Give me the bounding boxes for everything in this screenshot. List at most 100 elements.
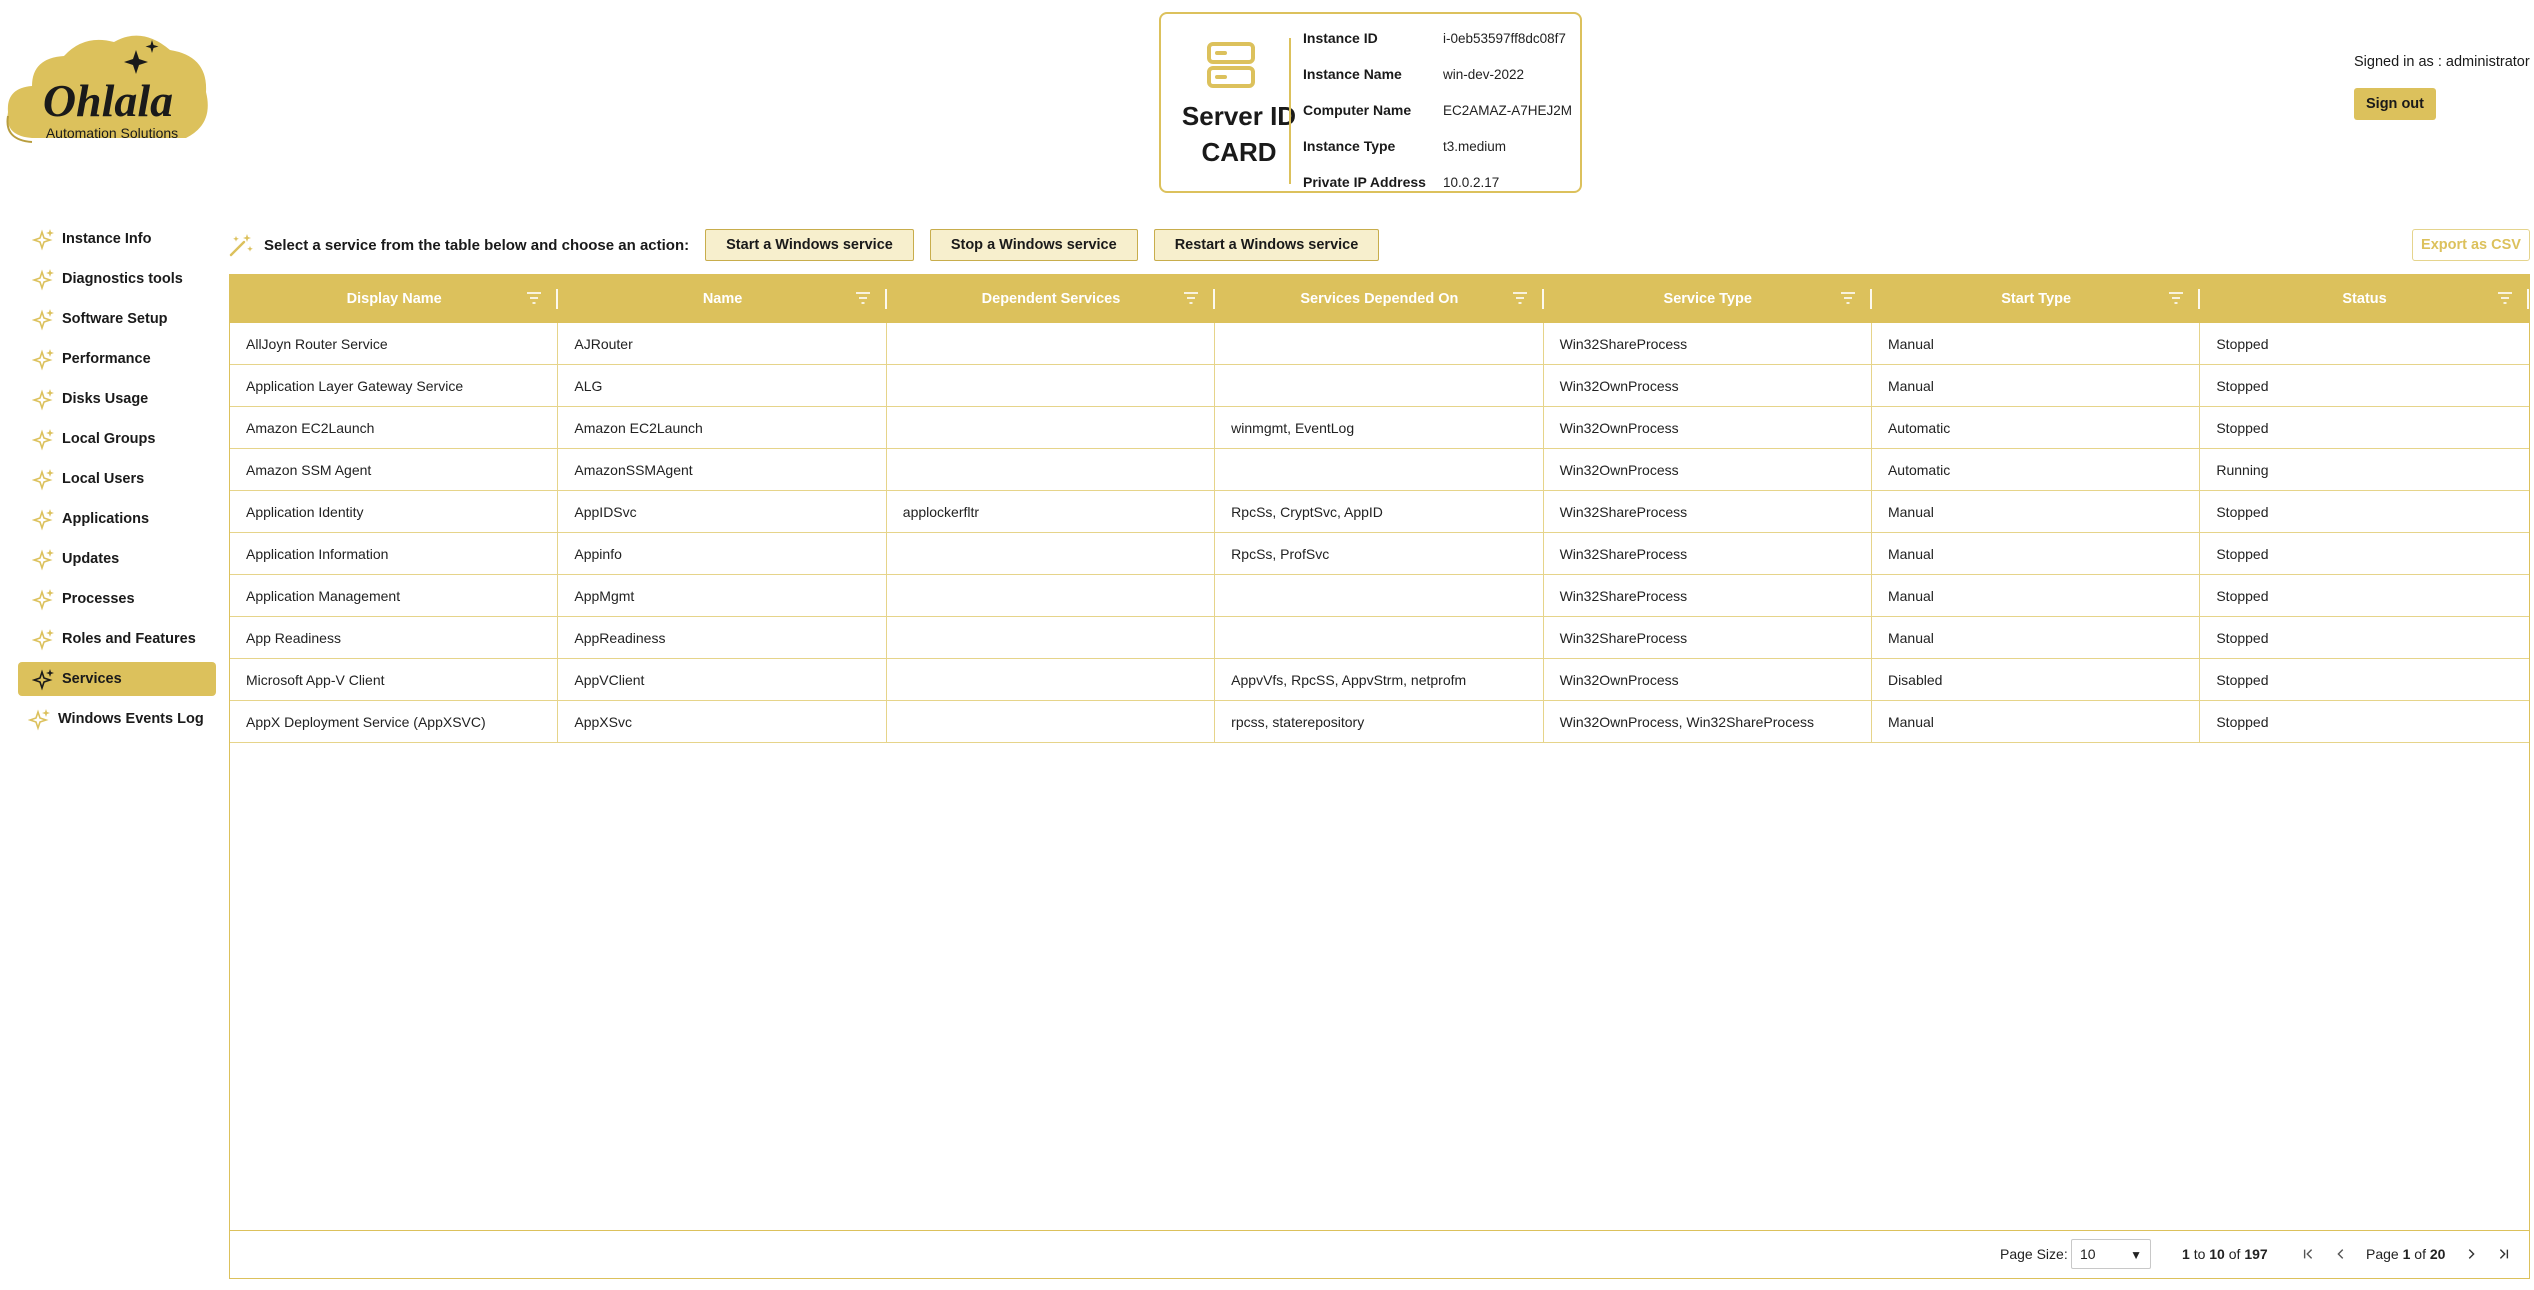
cell-display-name: Application Layer Gateway Service [230,365,559,406]
card-value: win-dev-2022 [1443,66,1525,82]
filter-icon[interactable] [1183,291,1199,305]
filter-icon[interactable] [1840,291,1856,305]
first-page-icon[interactable] [2300,1245,2318,1263]
next-page-icon[interactable] [2462,1245,2480,1263]
previous-page-icon[interactable] [2332,1245,2350,1263]
cell-status: Stopped [2216,503,2269,520]
filter-icon[interactable] [2497,291,2513,305]
export-csv-button[interactable]: Export as CSV [2412,229,2530,261]
sidebar-item-performance[interactable]: Performance [18,342,216,376]
cell-status: Running [2216,461,2269,478]
card-title-line2: CARD [1201,137,1277,167]
cell-services-depended-on: rpcss, staterepository [1215,701,1544,742]
logo-brand-text: Ohlala [43,75,173,126]
sidebar-item-software-setup[interactable]: Software Setup [18,302,216,336]
table-row[interactable]: Amazon SSM Agent AmazonSSMAgent Win32OwnPr… [230,449,2529,491]
cell-display-name: AllJoyn Router Service [230,323,559,364]
column-header-service-type[interactable]: Service Type [1544,275,1872,323]
sparkles-icon [32,507,56,531]
column-header-dependent-services[interactable]: Dependent Services [887,275,1216,323]
card-value: 10.0.2.17 [1443,174,1500,190]
filter-icon[interactable] [1512,291,1528,305]
sidebar-item-label: Diagnostics tools [62,271,183,287]
column-header-services-depended-on[interactable]: Services Depended On [1215,275,1544,323]
column-header-status[interactable]: Status [2200,275,2529,323]
ohlala-logo: Ohlala Automation Solutions [2,28,212,154]
cell-dependent-services [887,701,1216,742]
cell-service-type: Win32OwnProcess, Win32ShareProcess [1544,701,1872,742]
total-pages: 20 [2429,1246,2446,1262]
column-title: Dependent Services [981,291,1121,307]
cell-service-type: Win32ShareProcess [1544,533,1872,574]
sidebar-item-label: Windows Events Log [58,711,204,727]
services-table: Display Name Name Dependent Services Ser… [229,274,2530,1279]
table-row[interactable]: AppX Deployment Service (AppXSVC) AppXSvc… [230,701,2529,743]
cell-service-type: Win32ShareProcess [1544,575,1872,616]
column-header-display-name[interactable]: Display Name [230,275,559,323]
cell-display-name: App Readiness [230,617,559,658]
page-size-label: Page Size: [2000,1246,2068,1262]
sidebar-item-windows-events-log[interactable]: Windows Events Log [18,702,216,736]
cell-dependent-services [887,533,1216,574]
filter-icon[interactable] [526,291,542,305]
cell-services-depended-on [1215,323,1544,364]
page-size-value: 10 [2080,1246,2096,1262]
range-to-word: to [2193,1246,2206,1262]
cell-start-type: Manual [1872,491,2201,532]
column-title: Display Name [346,291,442,307]
service-action-bar: Select a service from the table below an… [228,228,1389,262]
card-label: Computer Name [1303,102,1412,118]
sidebar-item-processes[interactable]: Processes [18,582,216,616]
cell-service-type: Win32OwnProcess [1544,659,1872,700]
cell-services-depended-on [1215,617,1544,658]
cell-services-depended-on [1215,365,1544,406]
cell-services-depended-on: RpcSs, CryptSvc, AppID [1215,491,1544,532]
card-label: Instance ID [1303,30,1378,46]
table-row[interactable]: Application Management AppMgmt Win32ShareP… [230,575,2529,617]
filter-icon[interactable] [2168,291,2184,305]
cell-status: Stopped [2216,335,2269,352]
sparkles-icon [32,467,56,491]
cell-start-type: Manual [1872,575,2201,616]
sidebar-item-local-users[interactable]: Local Users [18,462,216,496]
table-row[interactable]: AllJoyn Router Service AJRouter Win32Share… [230,323,2529,365]
stop-service-button[interactable]: Stop a Windows service [929,229,1138,261]
sidebar-item-instance-info[interactable]: Instance Info [18,222,216,256]
page-indicator: Page 1 of 20 [2366,1246,2445,1262]
sign-out-button[interactable]: Sign out [2354,88,2436,120]
sidebar-item-disks-usage[interactable]: Disks Usage [18,382,216,416]
action-prompt: Select a service from the table below an… [264,236,690,254]
column-header-start-type[interactable]: Start Type [1872,275,2201,323]
cell-services-depended-on: RpcSs, ProfSvc [1215,533,1544,574]
sidebar-item-applications[interactable]: Applications [18,502,216,536]
table-header: Display Name Name Dependent Services Ser… [230,275,2529,323]
card-divider [1289,38,1291,184]
table-row[interactable]: Microsoft App-V Client AppVClient AppvVfs,… [230,659,2529,701]
range-from: 1 [2182,1246,2190,1262]
last-page-icon[interactable] [2494,1245,2512,1263]
sidebar-item-label: Software Setup [62,311,168,327]
sidebar-item-roles-and-features[interactable]: Roles and Features [18,622,216,656]
page-size-select[interactable]: 10 ▼ [2071,1239,2151,1269]
table-row[interactable]: Amazon EC2Launch Amazon EC2Launch winmgmt,… [230,407,2529,449]
table-row[interactable]: Application Layer Gateway Service ALG Win3… [230,365,2529,407]
column-header-name[interactable]: Name [558,275,887,323]
sidebar-item-updates[interactable]: Updates [18,542,216,576]
column-resize-handle[interactable] [2526,289,2529,309]
sidebar-item-label: Performance [62,351,151,367]
cell-name: ALG [558,365,887,406]
table-row[interactable]: Application Identity AppIDSvc applockerflt… [230,491,2529,533]
start-service-button[interactable]: Start a Windows service [705,229,914,261]
table-row[interactable]: App Readiness AppReadiness Win32ShareProce… [230,617,2529,659]
sparkles-icon [32,347,56,371]
sparkles-icon [32,547,56,571]
restart-service-button[interactable]: Restart a Windows service [1153,229,1380,261]
table-row[interactable]: Application Information Appinfo RpcSs, Pro… [230,533,2529,575]
sidebar-item-local-groups[interactable]: Local Groups [18,422,216,456]
filter-icon[interactable] [855,291,871,305]
sidebar-item-services[interactable]: Services [18,662,216,696]
cell-services-depended-on [1215,575,1544,616]
sidebar-item-diagnostics-tools[interactable]: Diagnostics tools [18,262,216,296]
cell-name: Appinfo [558,533,887,574]
cell-display-name: Microsoft App-V Client [230,659,559,700]
